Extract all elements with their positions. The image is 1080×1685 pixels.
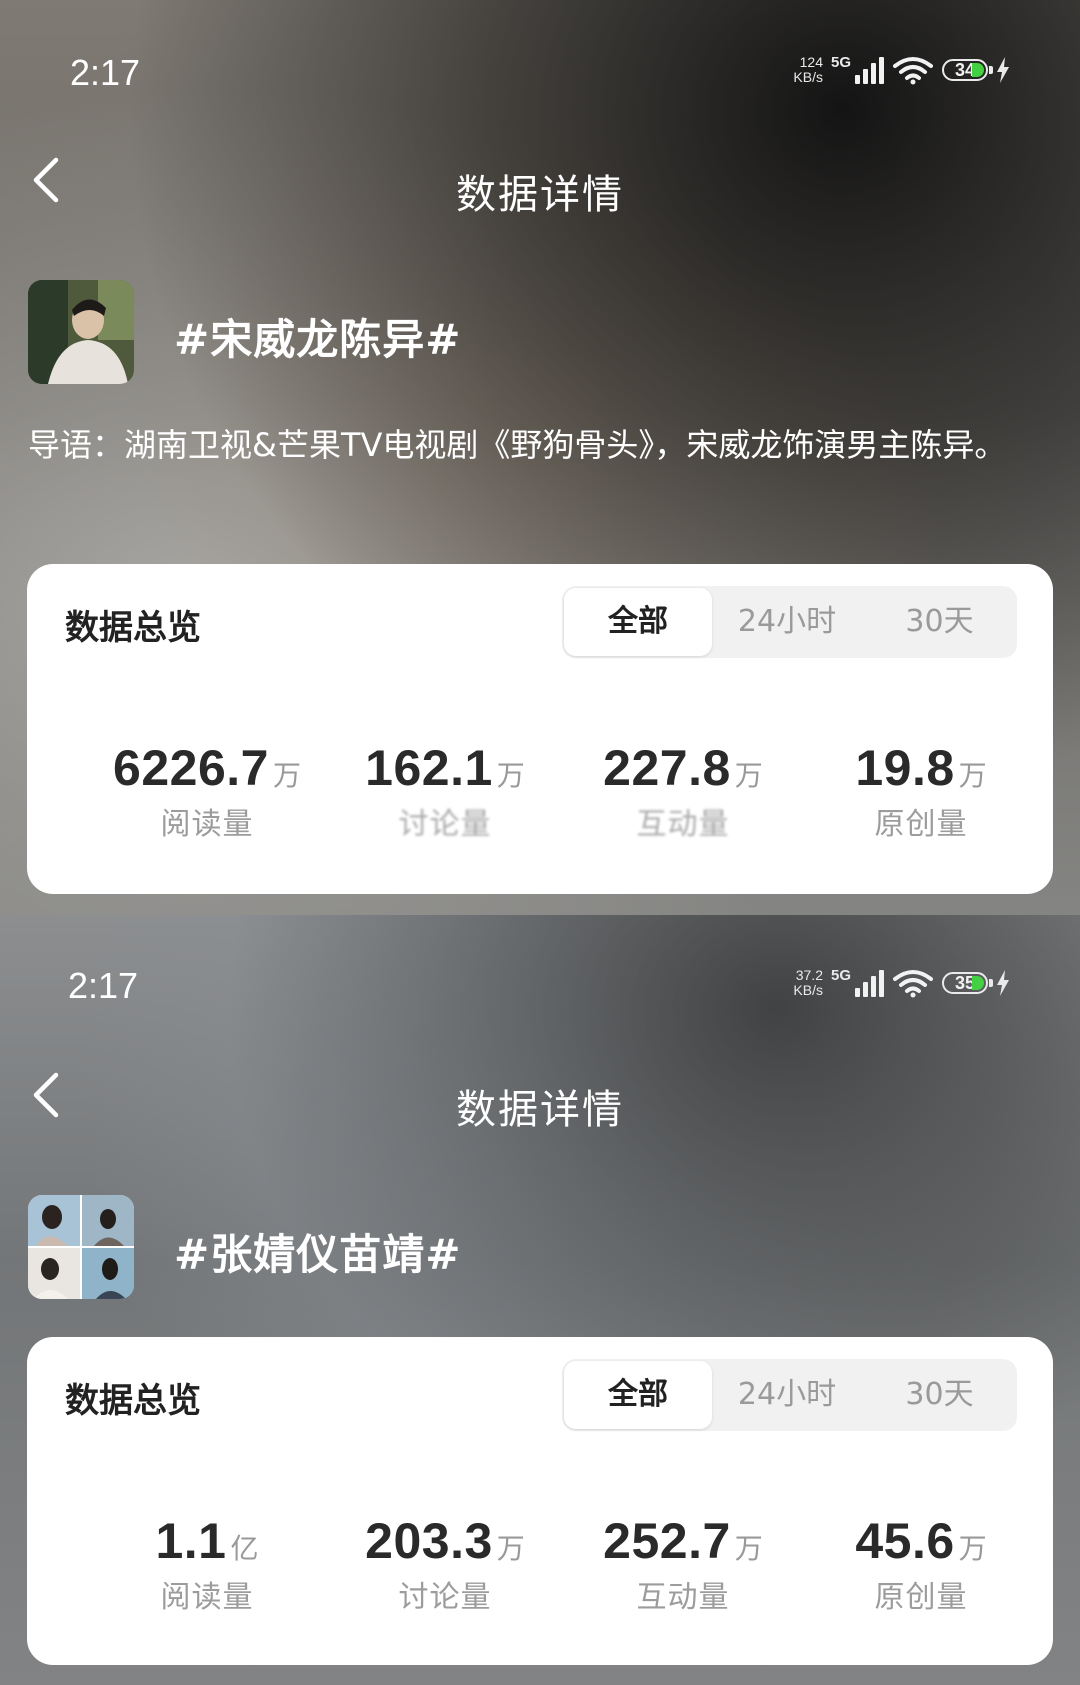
stat-interactions: 252.7 万 互动量: [563, 1512, 803, 1616]
stat-discussions: 162.1 万 讨论量: [325, 739, 565, 843]
network-speed-unit: KB/s: [793, 982, 823, 998]
tab-30d[interactable]: 30天: [862, 586, 1017, 658]
overview-title: 数据总览: [65, 1381, 201, 1421]
stat-discussions-value: 203.3: [365, 1513, 493, 1569]
stat-reads-label: 阅读量: [160, 807, 254, 842]
signal-icon: [855, 969, 884, 997]
wifi-icon: [893, 57, 933, 85]
tab-24h[interactable]: 24小时: [712, 586, 862, 658]
network-speed: 124 KB/s: [793, 55, 823, 85]
tab-24h[interactable]: 24小时: [712, 1359, 862, 1431]
stat-reads-label: 阅读量: [160, 1580, 254, 1615]
stat-discussions-unit: 万: [496, 1532, 525, 1565]
network-speed: 37.2 KB/s: [793, 968, 823, 998]
stat-discussions-label: 讨论量: [398, 807, 492, 842]
stat-discussions-unit: 万: [496, 759, 525, 792]
data-overview-card: 数据总览 全部 24小时 30天 1.1 亿 阅读量 203.3 万 讨论量 252…: [27, 1337, 1053, 1665]
tab-all[interactable]: 全部: [564, 588, 712, 656]
status-time: 2:17: [70, 52, 141, 93]
topic-intro: 导语：湖南卫视&芒果TV电视剧《野狗骨头》，宋威龙饰演男主陈异。: [28, 426, 1007, 464]
stat-original: 45.6 万 原创量: [801, 1512, 1041, 1616]
status-bar-icons: 124 KB/s 5G 34: [793, 50, 1010, 90]
topic-title: #宋威龙陈异#: [174, 315, 462, 364]
battery-icon: 34: [942, 59, 993, 81]
signal-icon: [855, 56, 884, 84]
stat-interactions-label: 互动量: [636, 1580, 730, 1615]
time-range-tabs: 全部 24小时 30天: [562, 586, 1017, 658]
stat-original-unit: 万: [958, 759, 987, 792]
wifi-icon: [893, 970, 933, 998]
stat-original-label: 原创量: [874, 1580, 968, 1615]
tab-30d[interactable]: 30天: [862, 1359, 1017, 1431]
charging-bolt-icon: [997, 57, 1009, 83]
stat-original: 19.8 万 原创量: [801, 739, 1041, 843]
status-time: 2:17: [68, 965, 139, 1006]
stat-reads: 6226.7 万 阅读量: [87, 739, 327, 843]
stat-interactions-value: 227.8: [603, 740, 731, 796]
battery-fill: [972, 63, 984, 77]
data-overview-card: 数据总览 全部 24小时 30天 6226.7 万 阅读量 162.1 万 讨论量 …: [27, 564, 1053, 894]
avatar-photo: [28, 280, 134, 384]
stat-reads-value: 1.1: [155, 1513, 227, 1569]
stat-interactions-label: 互动量: [636, 807, 730, 842]
network-speed-value: 37.2: [795, 967, 823, 983]
stat-reads-value: 6226.7: [113, 740, 269, 796]
screenshot-panel-1: 2:17 124 KB/s 5G 34 数据详情 #宋威龙陈异# 导语：湖南卫视…: [0, 0, 1080, 915]
network-type: 5G: [830, 53, 851, 71]
stat-interactions: 227.8 万 互动量: [563, 739, 803, 843]
stat-discussions-label: 讨论量: [398, 1580, 492, 1615]
network-speed-value: 124: [799, 54, 823, 70]
topic-title: #张婧仪苗靖#: [174, 1230, 462, 1279]
page-title: 数据详情: [456, 172, 624, 218]
avatar-photo-collage: [28, 1195, 134, 1299]
network-type: 5G: [830, 966, 851, 984]
battery-icon: 35: [942, 972, 993, 994]
stat-original-value: 45.6: [855, 1513, 955, 1569]
topic-avatar[interactable]: [28, 280, 134, 384]
overview-title: 数据总览: [65, 608, 201, 648]
stat-reads: 1.1 亿 阅读量: [87, 1512, 327, 1616]
topic-avatar[interactable]: [28, 1195, 134, 1299]
stat-discussions-value: 162.1: [365, 740, 493, 796]
stat-original-label: 原创量: [874, 807, 968, 842]
stat-original-value: 19.8: [855, 740, 955, 796]
stat-reads-unit: 万: [272, 759, 301, 792]
stat-reads-unit: 亿: [230, 1532, 259, 1565]
screenshot-panel-2: 2:17 37.2 KB/s 5G 35 数据详情 #张婧仪苗靖# 数据总览 全…: [0, 915, 1080, 1685]
charging-bolt-icon: [997, 970, 1009, 996]
status-bar-icons: 37.2 KB/s 5G 35: [793, 963, 1010, 1003]
stat-interactions-unit: 万: [734, 759, 763, 792]
tab-all[interactable]: 全部: [564, 1361, 712, 1429]
network-speed-unit: KB/s: [793, 69, 823, 85]
time-range-tabs: 全部 24小时 30天: [562, 1359, 1017, 1431]
battery-fill: [972, 976, 984, 990]
stat-original-unit: 万: [958, 1532, 987, 1565]
stat-discussions: 203.3 万 讨论量: [325, 1512, 565, 1616]
page-title: 数据详情: [456, 1087, 624, 1133]
stat-interactions-value: 252.7: [603, 1513, 731, 1569]
stat-interactions-unit: 万: [734, 1532, 763, 1565]
